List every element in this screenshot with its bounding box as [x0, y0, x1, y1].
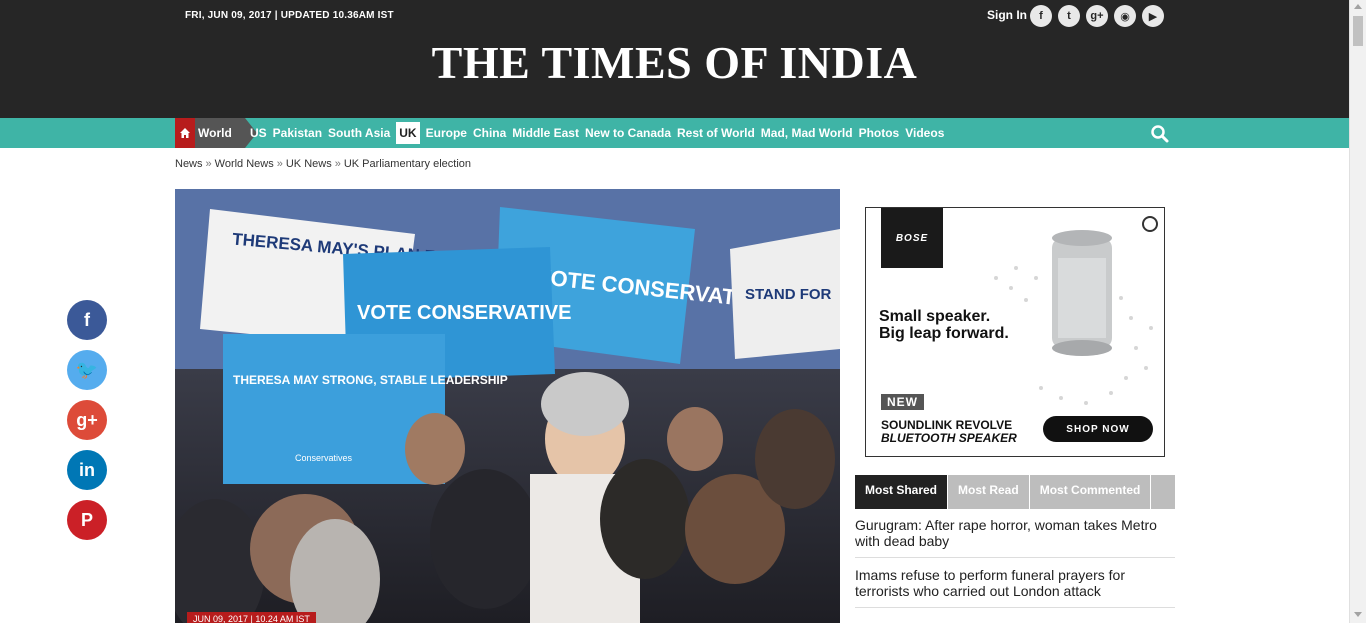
facebook-icon[interactable]: f — [1030, 5, 1052, 27]
nav-item-south-asia[interactable]: South Asia — [328, 126, 390, 140]
hero-sign-leadership: THERESA MAY STRONG, STABLE LEADERSHIP — [233, 373, 508, 387]
nav-section-world[interactable]: World — [195, 118, 257, 148]
nav-item-pakistan[interactable]: Pakistan — [273, 126, 322, 140]
ad-new-badge: NEW — [881, 394, 924, 410]
article-hero-image[interactable]: THERESA MAY'S PLAN FOR A STRONGER BRITAI… — [175, 189, 840, 623]
scroll-thumb[interactable] — [1353, 16, 1363, 46]
twitter-share-icon[interactable]: 🐦 — [67, 350, 107, 390]
home-button[interactable] — [175, 118, 195, 148]
twitter-icon[interactable]: t — [1058, 5, 1080, 27]
pinterest-share-icon[interactable]: P — [67, 500, 107, 540]
rss-icon[interactable]: ◉ — [1114, 5, 1136, 27]
breadcrumb-separator: » — [276, 158, 283, 170]
advertisement[interactable]: BOSE Small speaker. Big leap forward. NE… — [865, 207, 1165, 457]
ad-headline: Small speaker. Big leap forward. — [879, 308, 1009, 342]
breadcrumb-world-news[interactable]: World News — [215, 158, 274, 170]
share-buttons: f 🐦 g+ in P — [67, 300, 107, 540]
breadcrumb-uk-news[interactable]: UK News — [286, 158, 332, 170]
bose-logo: BOSE — [881, 208, 943, 268]
tab-most-shared[interactable]: Most Shared — [855, 475, 949, 509]
hero-sign-vote-front: VOTE CONSERVATIVE — [357, 302, 571, 324]
nav-items: US Pakistan South Asia UK Europe China M… — [250, 118, 950, 148]
nav-item-us[interactable]: US — [250, 126, 267, 140]
hero-photo: THERESA MAY'S PLAN FOR A STRONGER BRITAI… — [175, 189, 840, 623]
search-icon[interactable] — [1150, 124, 1170, 144]
story-link[interactable]: Imams refuse to perform funeral prayers … — [855, 567, 1175, 608]
linkedin-share-icon[interactable]: in — [67, 450, 107, 490]
nav-item-videos[interactable]: Videos — [905, 126, 944, 140]
most-shared-list: Gurugram: After rape horror, woman takes… — [855, 517, 1175, 617]
dateline: FRI, JUN 09, 2017 | UPDATED 10.36AM IST — [185, 10, 394, 21]
googleplus-share-icon[interactable]: g+ — [67, 400, 107, 440]
tab-most-commented[interactable]: Most Commented — [1030, 475, 1152, 509]
breadcrumb-uk-election[interactable]: UK Parliamentary election — [344, 158, 471, 170]
nav-item-new-to-canada[interactable]: New to Canada — [585, 126, 671, 140]
ad-headline-line-2: Big leap forward. — [879, 325, 1009, 342]
nav-item-china[interactable]: China — [473, 126, 506, 140]
youtube-icon[interactable]: ▶ — [1142, 5, 1164, 27]
facebook-share-icon[interactable]: f — [67, 300, 107, 340]
googleplus-icon[interactable]: g+ — [1086, 5, 1108, 27]
nav-item-europe[interactable]: Europe — [426, 126, 467, 140]
shop-now-button[interactable]: SHOP NOW — [1043, 416, 1153, 442]
popular-tabs: Most Shared Most Read Most Commented — [855, 475, 1175, 509]
masthead-logo[interactable]: THE TIMES OF INDIA — [0, 36, 1349, 89]
top-header: FRI, JUN 09, 2017 | UPDATED 10.36AM IST … — [0, 0, 1349, 118]
nav-item-mad-mad-world[interactable]: Mad, Mad World — [761, 126, 853, 140]
tab-most-read[interactable]: Most Read — [948, 475, 1030, 509]
breadcrumb: News» World News» UK News» UK Parliamentary… — [175, 158, 471, 170]
scroll-up-arrow-icon[interactable] — [1354, 4, 1362, 9]
header-social-links: f t g+ ◉ ▶ — [1030, 5, 1164, 27]
home-icon — [180, 128, 190, 138]
ad-headline-line-1: Small speaker. — [879, 308, 991, 325]
hero-caption: JUN 09, 2017 | 10.24 AM IST — [187, 612, 316, 623]
nav-item-rest-of-world[interactable]: Rest of World — [677, 126, 755, 140]
hero-sign-stand: STAND FOR — [745, 286, 832, 303]
ad-product-line-2: BLUETOOTH SPEAKER — [881, 431, 1017, 445]
nav-item-uk[interactable]: UK — [396, 122, 420, 144]
story-link[interactable]: Gurugram: After rape horror, woman takes… — [855, 517, 1175, 558]
nav-item-photos[interactable]: Photos — [859, 126, 900, 140]
scroll-down-arrow-icon[interactable] — [1354, 612, 1362, 617]
breadcrumb-separator: » — [205, 158, 212, 170]
section-nav: World US Pakistan South Asia UK Europe C… — [0, 118, 1349, 148]
nav-item-middle-east[interactable]: Middle East — [512, 126, 579, 140]
hero-sign-conservatives: Conservatives — [295, 453, 353, 463]
page-scrollbar[interactable] — [1349, 0, 1366, 623]
breadcrumb-separator: » — [334, 158, 341, 170]
ad-product: SOUNDLINK REVOLVE BLUETOOTH SPEAKER — [881, 419, 1017, 445]
breadcrumb-news[interactable]: News — [175, 158, 203, 170]
ad-choices-icon[interactable] — [1142, 216, 1158, 232]
signin-link[interactable]: Sign In — [987, 8, 1027, 22]
